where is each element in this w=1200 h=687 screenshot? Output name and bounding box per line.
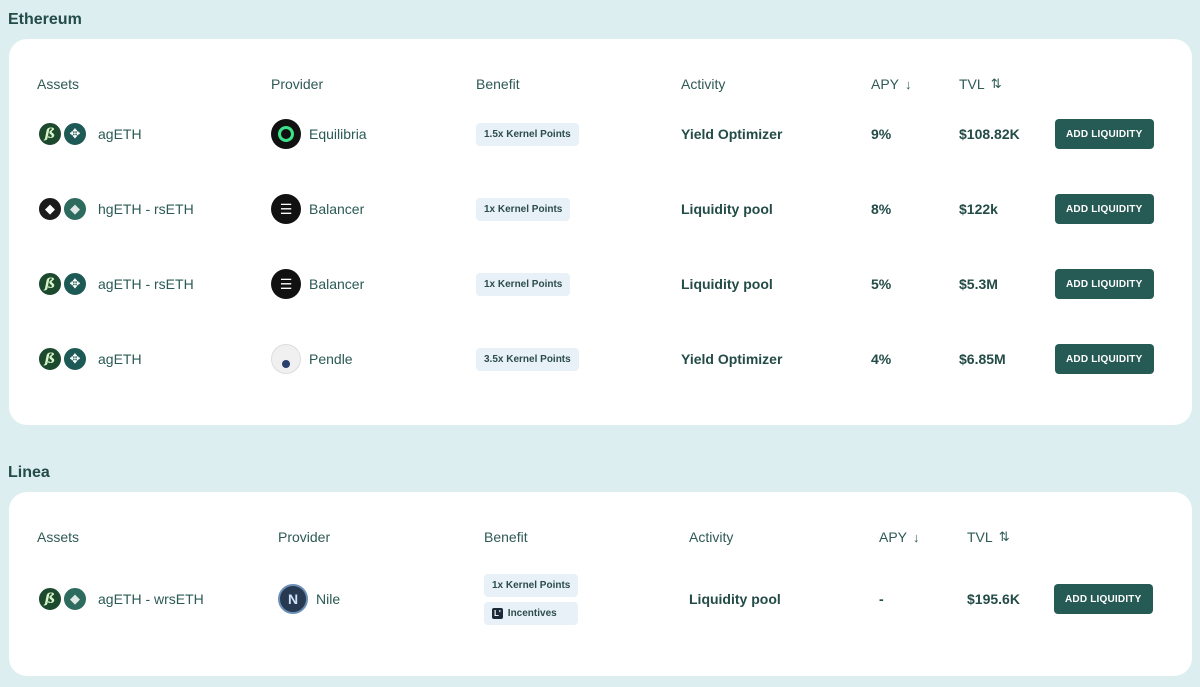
wrseth-icon: ◆: [62, 586, 88, 612]
col-header-apy[interactable]: APY ↓: [879, 529, 920, 545]
col-header-provider: Provider: [278, 529, 331, 545]
col-header-assets: Assets: [37, 529, 80, 545]
add-liquidity-button[interactable]: ADD LIQUIDITY: [1055, 119, 1154, 149]
activity-label: Liquidity pool: [681, 201, 773, 217]
col-header-tvl[interactable]: TVL ⇅: [959, 76, 1002, 92]
table-row: ß ✥ agETH Equilibria 1.5x Kernel Points …: [9, 114, 1192, 154]
add-liquidity-button[interactable]: ADD LIQUIDITY: [1055, 269, 1154, 299]
asset-label: hgETH - rsETH: [98, 201, 194, 217]
provider-label: Equilibria: [309, 126, 367, 142]
linea-pools-card: Assets Provider Benefit Activity APY ↓ TV…: [9, 492, 1192, 676]
balancer-icon: ☰: [271, 269, 301, 299]
apy-value: 5%: [871, 276, 892, 292]
benefit-badge: 1.5x Kernel Points: [476, 122, 579, 146]
table-row: ß ✥ agETH Pendle 3.5x Kernel Points Yiel…: [9, 339, 1192, 379]
apy-value: 4%: [871, 351, 892, 367]
ageth-icon: ß: [37, 121, 63, 147]
table-row: ◆ ◆ hgETH - rsETH ☰ Balancer 1x Kernel P…: [9, 189, 1192, 229]
add-liquidity-button[interactable]: ADD LIQUIDITY: [1055, 344, 1154, 374]
activity-label: Liquidity pool: [681, 276, 773, 292]
tvl-header-label: TVL: [967, 529, 993, 545]
asset-label: agETH: [98, 351, 142, 367]
col-header-tvl[interactable]: TVL ⇅: [967, 529, 1010, 545]
ageth-icon: ß: [37, 586, 63, 612]
kernel-icon: ✥: [62, 121, 88, 147]
apy-value: -: [879, 591, 884, 607]
sort-arrows-icon[interactable]: ⇅: [991, 76, 1002, 92]
benefit-badge: 1x Kernel Points: [476, 272, 571, 296]
provider-label: Pendle: [309, 351, 353, 367]
col-header-provider: Provider: [271, 76, 324, 92]
asset-label: agETH - wrsETH: [98, 591, 204, 607]
add-liquidity-button[interactable]: ADD LIQUIDITY: [1054, 584, 1153, 614]
activity-label: Yield Optimizer: [681, 351, 783, 367]
arrow-down-icon[interactable]: ↓: [905, 77, 912, 92]
apy-value: 8%: [871, 201, 892, 217]
linea-icon: L': [492, 607, 503, 619]
apy-value: 9%: [871, 126, 892, 142]
ethereum-pools-card: Assets Provider Benefit Activity APY ↓ TV…: [9, 39, 1192, 425]
add-liquidity-button[interactable]: ADD LIQUIDITY: [1055, 194, 1154, 224]
apy-header-label: APY: [871, 76, 900, 92]
ageth-icon: ß: [37, 346, 63, 372]
balancer-icon: ☰: [271, 194, 301, 224]
benefit-badge: 1x Kernel Points: [476, 197, 571, 221]
nile-icon: N: [278, 584, 308, 614]
benefit-badge: 1x Kernel Points: [484, 573, 579, 597]
hgeth-icon: ◆: [37, 196, 63, 222]
tvl-value: $6.85M: [959, 351, 1006, 367]
kernel-icon: ✥: [62, 346, 88, 372]
rseth-icon: ◆: [62, 196, 88, 222]
kernel-icon: ✥: [62, 271, 88, 297]
table-row: ß ✥ agETH - rsETH ☰ Balancer 1x Kernel P…: [9, 264, 1192, 304]
col-header-apy[interactable]: APY ↓: [871, 76, 912, 92]
arrow-down-icon[interactable]: ↓: [913, 530, 920, 545]
incentives-badge: L' Incentives: [484, 601, 579, 625]
asset-label: agETH: [98, 126, 142, 142]
asset-label: agETH - rsETH: [98, 276, 194, 292]
activity-label: Liquidity pool: [689, 591, 781, 607]
incentives-label: Incentives: [507, 607, 557, 619]
col-header-benefit: Benefit: [476, 76, 520, 92]
tvl-value: $5.3M: [959, 276, 998, 292]
sort-arrows-icon[interactable]: ⇅: [999, 529, 1010, 545]
tvl-value: $108.82K: [959, 126, 1020, 142]
col-header-activity: Activity: [681, 76, 726, 92]
tvl-value: $195.6K: [967, 591, 1020, 607]
tvl-value: $122k: [959, 201, 998, 217]
section-title-linea: Linea: [8, 464, 50, 481]
tvl-header-label: TVL: [959, 76, 985, 92]
benefit-badge: 3.5x Kernel Points: [476, 347, 579, 371]
activity-label: Yield Optimizer: [681, 126, 783, 142]
col-header-assets: Assets: [37, 76, 80, 92]
provider-label: Nile: [316, 591, 341, 607]
equilibria-icon: [271, 119, 301, 149]
pendle-icon: [271, 344, 301, 374]
ageth-icon: ß: [37, 271, 63, 297]
apy-header-label: APY: [879, 529, 908, 545]
col-header-activity: Activity: [689, 529, 734, 545]
provider-label: Balancer: [309, 276, 365, 292]
section-title-ethereum: Ethereum: [8, 11, 82, 28]
col-header-benefit: Benefit: [484, 529, 528, 545]
table-row: ß ◆ agETH - wrsETH N Nile 1x Kernel Poin…: [9, 573, 1192, 625]
provider-label: Balancer: [309, 201, 365, 217]
